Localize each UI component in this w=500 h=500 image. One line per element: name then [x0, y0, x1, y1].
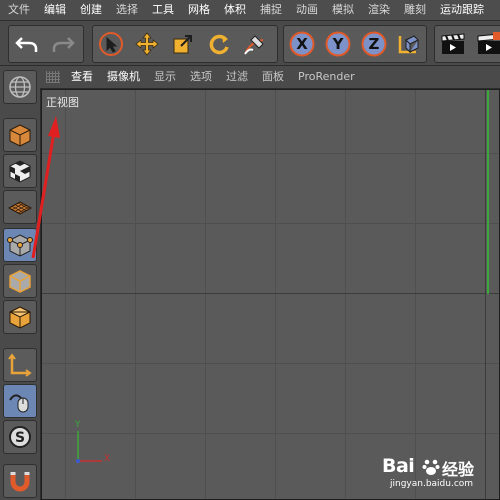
- watermark-brand-suffix: 经验: [442, 460, 475, 479]
- baidu-watermark: Bai 经验 jingyan.baidu.com: [382, 455, 497, 495]
- watermark-url: jingyan.baidu.com: [390, 479, 474, 489]
- paw-logo-icon: [422, 459, 440, 475]
- watermark-brand: Bai: [382, 455, 415, 477]
- annotation-arrow-icon: [31, 116, 60, 259]
